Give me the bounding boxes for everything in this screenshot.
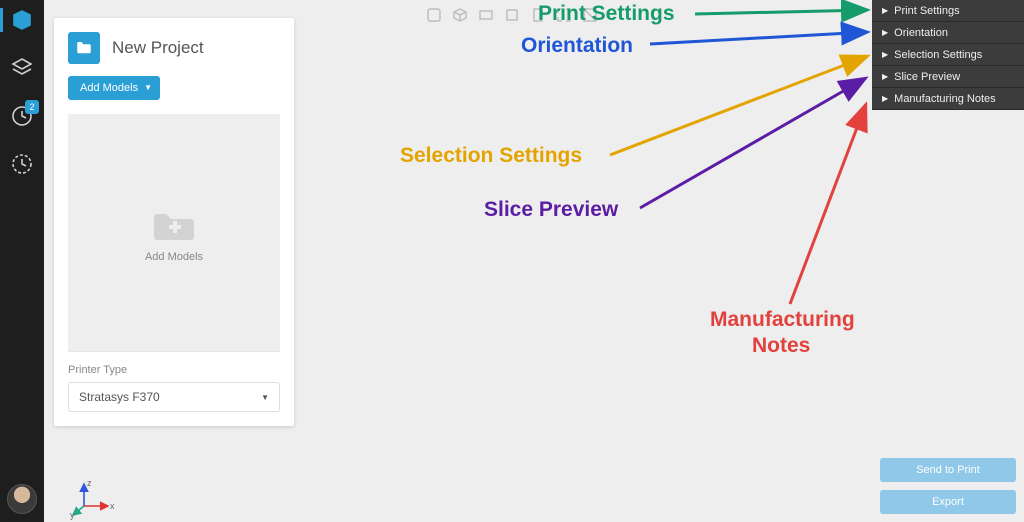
- accordion-label: Slice Preview: [894, 71, 960, 83]
- accordion-label: Orientation: [894, 27, 948, 39]
- panel-header: New Project: [68, 32, 280, 64]
- nav-layers[interactable]: [8, 54, 36, 82]
- view-side-icon[interactable]: [529, 6, 547, 24]
- add-models-button[interactable]: Add Models: [68, 76, 160, 100]
- chevron-right-icon: ▶: [882, 72, 888, 81]
- view-cube-icon[interactable]: [451, 6, 469, 24]
- view-toolbar: [425, 6, 599, 24]
- printer-type-label: Printer Type: [68, 364, 280, 376]
- accordion-manufacturing-notes[interactable]: ▶ Manufacturing Notes: [872, 88, 1024, 110]
- accordion-label: Manufacturing Notes: [894, 93, 996, 105]
- annotation-manufacturing-label-2: Notes: [752, 334, 810, 357]
- axis-x-label: x: [110, 501, 115, 511]
- chevron-right-icon: ▶: [882, 50, 888, 59]
- accordion-label: Print Settings: [894, 5, 959, 17]
- view-top-icon[interactable]: [477, 6, 495, 24]
- add-models-icon: [151, 203, 197, 243]
- axis-z-label: z: [87, 478, 92, 488]
- chevron-right-icon: ▶: [882, 6, 888, 15]
- accordion-print-settings[interactable]: ▶ Print Settings: [872, 0, 1024, 22]
- nav-recent[interactable]: [8, 150, 36, 178]
- settings-accordion: ▶ Print Settings ▶ Orientation ▶ Selection …: [872, 0, 1024, 110]
- export-button[interactable]: Export: [880, 490, 1016, 514]
- panel-title: New Project: [112, 38, 204, 58]
- dropzone-caption: Add Models: [145, 251, 203, 263]
- view-home-icon[interactable]: [425, 6, 443, 24]
- user-avatar[interactable]: [7, 484, 37, 514]
- printer-selected-value: Stratasys F370: [79, 390, 160, 404]
- nav-history[interactable]: 2: [8, 102, 36, 130]
- chevron-right-icon: ▶: [882, 94, 888, 103]
- folder-icon: [68, 32, 100, 64]
- accordion-orientation[interactable]: ▶ Orientation: [872, 22, 1024, 44]
- accordion-label: Selection Settings: [894, 49, 982, 61]
- annotation-manufacturing-label-1: Manufacturing: [710, 308, 855, 331]
- project-panel: New Project Add Models Add Models Printe…: [54, 18, 294, 426]
- axis-y-label: y: [70, 510, 75, 520]
- models-dropzone[interactable]: Add Models: [68, 114, 280, 351]
- left-nav-rail: 2: [0, 0, 44, 522]
- printer-section: Printer Type Stratasys F370: [68, 351, 280, 412]
- send-to-print-button[interactable]: Send to Print: [880, 458, 1016, 482]
- accordion-selection-settings[interactable]: ▶ Selection Settings: [872, 44, 1024, 66]
- accordion-slice-preview[interactable]: ▶ Slice Preview: [872, 66, 1024, 88]
- nav-build[interactable]: [8, 6, 36, 34]
- view-front-icon[interactable]: [503, 6, 521, 24]
- chevron-right-icon: ▶: [882, 28, 888, 37]
- printer-type-select[interactable]: Stratasys F370: [68, 382, 280, 412]
- annotation-slice-preview-label: Slice Preview: [484, 198, 619, 221]
- history-badge: 2: [25, 100, 39, 114]
- view-fit-icon[interactable]: [555, 6, 573, 24]
- view-section-icon[interactable]: [581, 6, 599, 24]
- action-button-bar: Send to Print Export: [880, 458, 1016, 514]
- annotation-orientation-label: Orientation: [521, 34, 633, 57]
- axis-gizmo: x y z: [70, 478, 118, 518]
- annotation-selection-settings-label: Selection Settings: [400, 144, 582, 167]
